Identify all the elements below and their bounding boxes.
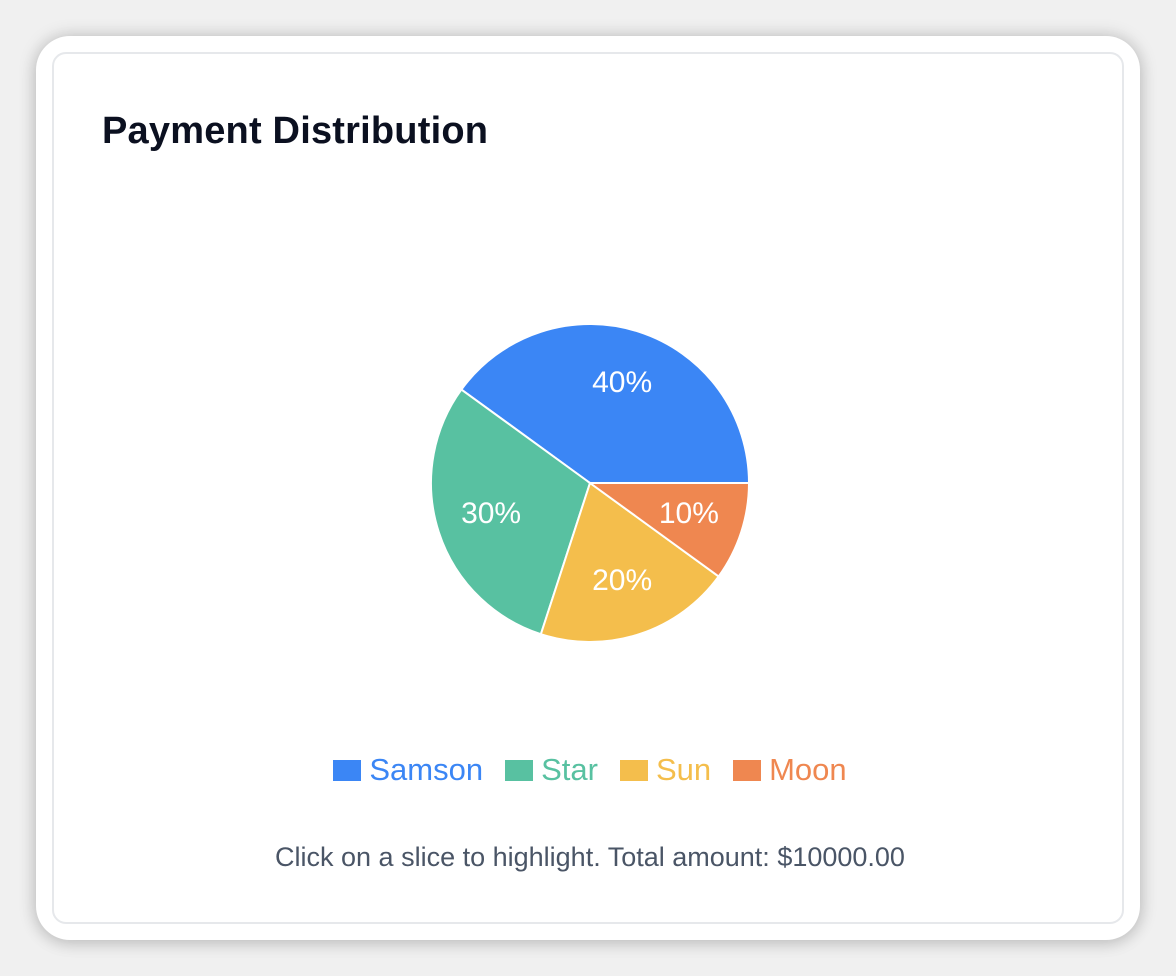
- chart-card: Payment Distribution 40% 30% 20% 10% Samson…: [52, 52, 1124, 924]
- legend-label-star: Star: [541, 752, 598, 787]
- legend-item-moon[interactable]: Moon: [733, 752, 847, 788]
- page: Payment Distribution 40% 30% 20% 10% Samson…: [0, 0, 1176, 976]
- footer-prefix: Click on a slice to highlight. Total amo…: [275, 842, 778, 872]
- chart-legend: Samson Star Sun Moon: [54, 752, 1126, 788]
- pie-chart[interactable]: 40% 30% 20% 10%: [54, 54, 1126, 734]
- legend-item-samson[interactable]: Samson: [333, 752, 483, 788]
- legend-swatch-moon: [733, 759, 762, 781]
- legend-swatch-star: [505, 759, 534, 781]
- legend-item-sun[interactable]: Sun: [619, 752, 712, 788]
- legend-label-sun: Sun: [655, 752, 712, 787]
- slice-label-moon: 10%: [659, 497, 719, 530]
- legend-label-samson: Samson: [369, 752, 484, 787]
- total-amount: $10000.00: [777, 842, 905, 872]
- legend-swatch-sun: [619, 759, 648, 781]
- footer-note: Click on a slice to highlight. Total amo…: [54, 842, 1126, 873]
- slice-label-sun: 20%: [592, 564, 652, 597]
- slice-label-star: 30%: [461, 497, 521, 530]
- legend-label-moon: Moon: [769, 752, 847, 787]
- legend-item-star[interactable]: Star: [505, 752, 598, 788]
- slice-label-samson: 40%: [592, 366, 652, 399]
- legend-swatch-samson: [333, 759, 362, 781]
